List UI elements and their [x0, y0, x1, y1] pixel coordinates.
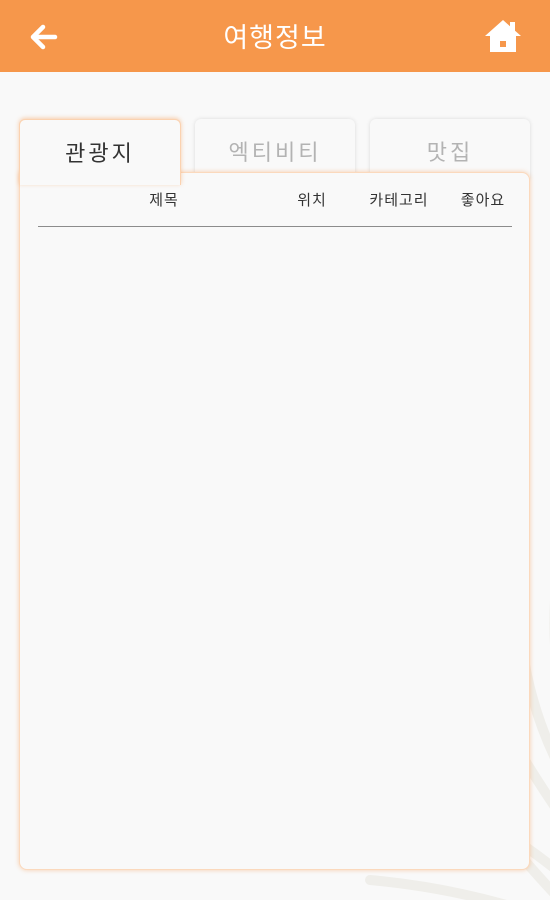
app-screen: 여행정보 관광지 엑티비티 맛집 제목 위치 카테고리 좋아요	[0, 0, 550, 900]
tab-activities[interactable]: 엑티비티	[195, 119, 355, 179]
tab-label: 엑티비티	[228, 141, 322, 166]
tab-label: 관광지	[65, 142, 135, 167]
home-icon[interactable]	[484, 17, 522, 55]
column-header-location[interactable]: 위치	[292, 189, 332, 210]
column-header-likes[interactable]: 좋아요	[458, 189, 508, 210]
header-bar: 여행정보	[0, 0, 550, 72]
column-header-category[interactable]: 카테고리	[364, 189, 434, 210]
tab-tourist-spots[interactable]: 관광지	[19, 119, 181, 185]
tab-restaurants[interactable]: 맛집	[370, 119, 530, 179]
tab-label: 맛집	[426, 141, 474, 166]
column-header-title[interactable]: 제목	[146, 189, 182, 210]
page-title: 여행정보	[223, 23, 327, 54]
list-panel: 제목 위치 카테고리 좋아요	[19, 172, 530, 870]
